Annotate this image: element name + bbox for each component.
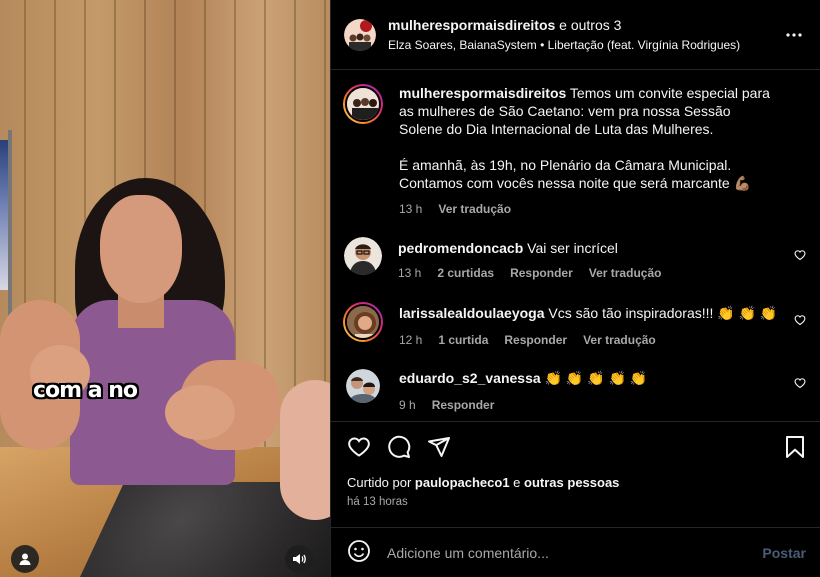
caption-username[interactable]: mulherespormaisdireitos xyxy=(399,85,566,101)
post-header: mulherespormaisdireitos e outros 3 Elza … xyxy=(331,0,820,70)
post-actions-bar xyxy=(331,421,820,475)
heart-icon xyxy=(794,378,806,389)
mute-button[interactable] xyxy=(285,545,313,573)
comment-input[interactable]: Adicione um comentário... xyxy=(387,545,762,561)
caption-avatar[interactable] xyxy=(343,84,383,124)
comment-username[interactable]: larissalealdoulaeyoga xyxy=(399,305,545,321)
comment-time[interactable]: 12 h xyxy=(399,331,422,349)
reply-button[interactable]: Responder xyxy=(510,264,573,282)
author-avatar[interactable] xyxy=(344,18,376,51)
user-photo-icon xyxy=(346,369,380,403)
comment-text: 👏 👏 👏 👏 👏 xyxy=(544,370,648,386)
comment-likes-count[interactable]: 1 curtida xyxy=(438,331,488,349)
emoji-icon xyxy=(348,540,370,562)
comment-likes-count[interactable]: 2 curtidas xyxy=(437,264,494,282)
comment-avatar[interactable] xyxy=(343,302,383,342)
comment-item: larissalealdoulaeyoga Vcs são tão inspir… xyxy=(343,302,806,349)
heart-icon xyxy=(794,250,806,261)
user-icon xyxy=(19,553,31,565)
comment-like-button[interactable] xyxy=(794,377,806,392)
translate-link[interactable]: Ver tradução xyxy=(589,264,662,282)
collaborators-link[interactable]: e outros 3 xyxy=(555,17,621,33)
group-avatar-icon xyxy=(344,18,376,51)
heart-icon xyxy=(794,315,806,326)
comment-button[interactable] xyxy=(387,435,411,462)
speaker-icon xyxy=(293,554,306,564)
caption-time[interactable]: 13 h xyxy=(399,200,422,218)
comments-list: mulherespormaisdireitos Temos um convite… xyxy=(331,70,820,421)
tagged-users-button[interactable] xyxy=(11,545,39,573)
reply-button[interactable]: Responder xyxy=(504,331,567,349)
comment-username[interactable]: pedromendoncacb xyxy=(398,240,523,256)
user-photo-icon xyxy=(347,306,379,338)
like-button[interactable] xyxy=(347,435,371,462)
comment-item: eduardo_s2_vanessa 👏 👏 👏 👏 👏 9 h Respond… xyxy=(343,369,806,414)
group-avatar-icon xyxy=(347,88,379,120)
liked-by: Curtido por paulopacheco1 e outras pesso… xyxy=(347,475,620,490)
comment-item: pedromendoncacb Vai ser incrícel 13 h 2 … xyxy=(343,237,806,282)
audio-track[interactable]: Elza Soares, BaianaSystem • Libertação (… xyxy=(388,38,782,52)
post-timestamp[interactable]: há 13 horas xyxy=(331,490,820,508)
liked-by-user[interactable]: paulopacheco1 xyxy=(415,475,510,490)
instagram-post-viewer: com a no mulherespormaisdireitos e outro… xyxy=(0,0,820,577)
save-button[interactable] xyxy=(784,435,806,462)
post-side-panel: mulherespormaisdireitos e outros 3 Elza … xyxy=(330,0,820,577)
comment-text: Vai ser incrícel xyxy=(527,240,618,256)
share-button[interactable] xyxy=(427,435,451,462)
translate-link[interactable]: Ver tradução xyxy=(583,331,656,349)
bookmark-icon xyxy=(786,436,804,458)
comment-like-button[interactable] xyxy=(794,314,806,329)
post-comment-button[interactable]: Postar xyxy=(762,545,806,561)
comment-avatar[interactable] xyxy=(344,237,382,275)
comment-avatar[interactable] xyxy=(346,369,380,403)
comment-like-button[interactable] xyxy=(794,249,806,264)
caption-translate-link[interactable]: Ver tradução xyxy=(438,200,511,218)
reply-button[interactable]: Responder xyxy=(432,396,495,414)
more-options-button[interactable] xyxy=(782,32,806,37)
comment-bubble-icon xyxy=(388,435,411,458)
add-comment-bar: Adicione um comentário... Postar xyxy=(331,527,820,577)
second-person xyxy=(280,380,330,520)
author-username[interactable]: mulherespormaisdireitos xyxy=(388,17,555,33)
comment-time[interactable]: 9 h xyxy=(399,396,416,414)
reel-video[interactable]: com a no xyxy=(0,0,330,577)
post-caption: mulherespormaisdireitos Temos um convite… xyxy=(343,84,806,218)
more-horizontal-icon xyxy=(786,32,802,37)
comment-text: Vcs são tão inspiradoras!!! 👏 👏 👏 xyxy=(548,305,778,321)
comment-time[interactable]: 13 h xyxy=(398,264,421,282)
liked-by-others[interactable]: outras pessoas xyxy=(524,475,619,490)
heart-icon xyxy=(348,437,370,457)
paper-plane-icon xyxy=(428,437,450,457)
emoji-button[interactable] xyxy=(347,539,371,566)
video-subtitle: com a no xyxy=(33,378,138,403)
comment-username[interactable]: eduardo_s2_vanessa xyxy=(399,370,541,386)
user-photo-icon xyxy=(344,237,382,275)
